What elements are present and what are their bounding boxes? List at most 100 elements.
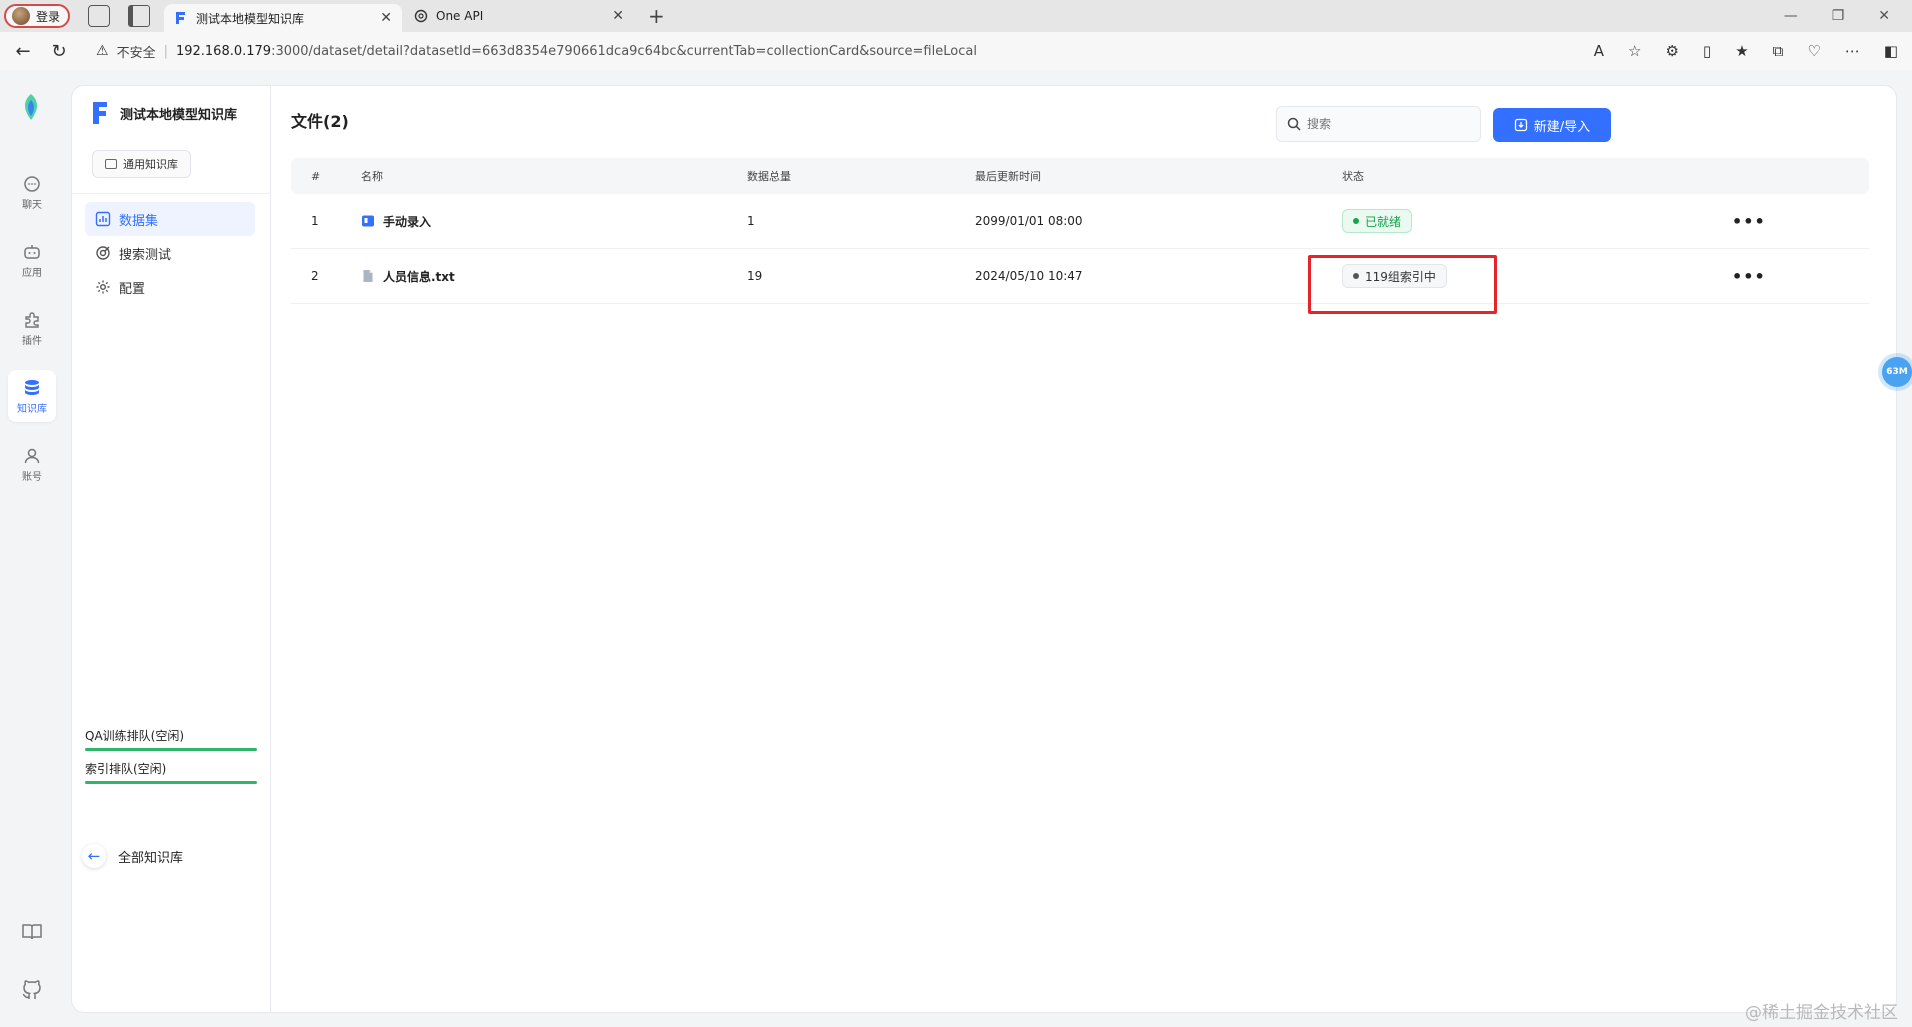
nav-label: 聊天 bbox=[22, 199, 42, 211]
nav-label: 知识库 bbox=[17, 403, 47, 415]
menu-search-test[interactable]: 搜索测试 bbox=[85, 236, 255, 270]
tab-title: 测试本地模型知识库 bbox=[196, 11, 305, 26]
row-name-cell: 人员信息.txt bbox=[361, 268, 747, 285]
window-controls: — ❐ ✕ bbox=[1784, 8, 1890, 24]
split-screen-icon[interactable]: ▯ bbox=[1703, 42, 1711, 60]
search-input[interactable] bbox=[1307, 117, 1467, 131]
files-main: 文件(2) 新建/导入 # 名称 数据总量 最后更新时间 状态 bbox=[271, 86, 1896, 1012]
refresh-icon[interactable]: ↻ bbox=[46, 41, 72, 62]
new-import-label: 新建/导入 bbox=[1533, 119, 1591, 135]
new-tab-icon[interactable]: + bbox=[648, 4, 665, 28]
status-badge: 已就绪 bbox=[1342, 209, 1413, 233]
annotation-highlight-box bbox=[1308, 255, 1497, 314]
profile-button[interactable]: 登录 bbox=[4, 4, 70, 28]
new-import-button[interactable]: 新建/导入 bbox=[1493, 108, 1611, 142]
row-name-cell: 手动录入 bbox=[361, 213, 747, 230]
row-index: 1 bbox=[311, 214, 319, 228]
table-header: # 名称 数据总量 最后更新时间 状态 bbox=[291, 158, 1869, 194]
url-path: :3000/dataset/detail?datasetId=663d8354e… bbox=[271, 43, 977, 59]
files-title: 文件(2) bbox=[291, 112, 349, 131]
table-row[interactable]: 1 手动录入 1 2099/01/01 08:00 已就绪 ••• bbox=[291, 194, 1869, 249]
memory-float-badge[interactable]: 63M bbox=[1882, 357, 1912, 387]
row-name: 手动录入 bbox=[383, 214, 432, 229]
collections-toolbar-icon[interactable]: ⧉ bbox=[1773, 42, 1784, 60]
kb-title: 测试本地模型知识库 bbox=[120, 107, 238, 123]
openai-favicon-icon bbox=[414, 9, 428, 23]
left-nav: 聊天 应用 插件 知识库 账号 bbox=[0, 70, 62, 1027]
browser-essentials-icon[interactable]: ♡ bbox=[1807, 42, 1820, 60]
target-icon bbox=[96, 246, 110, 260]
robot-icon bbox=[24, 244, 40, 259]
col-index: # bbox=[311, 169, 321, 183]
txt-file-icon bbox=[363, 270, 373, 282]
dataset-sidebar: 测试本地模型知识库 通用知识库 数据集 搜索测试 配置 QA训练排队(空闲) 索… bbox=[72, 86, 271, 1012]
index-queue-bar bbox=[85, 781, 257, 784]
kb-header: 测试本地模型知识库 bbox=[90, 100, 237, 126]
avatar bbox=[12, 7, 30, 25]
search-icon bbox=[1287, 117, 1301, 131]
table-row[interactable]: 2 人员信息.txt 19 2024/05/10 10:47 119组索引中 •… bbox=[291, 249, 1869, 304]
nav-plugins[interactable]: 插件 bbox=[8, 302, 56, 354]
menu-label: 数据集 bbox=[119, 213, 159, 229]
user-icon bbox=[24, 448, 40, 463]
row-index: 2 bbox=[311, 269, 319, 283]
favorites-icon[interactable]: ★ bbox=[1735, 42, 1748, 60]
index-queue-label: 索引排队(空闲) bbox=[85, 762, 167, 776]
bar-chart-icon bbox=[95, 211, 111, 227]
browser-tab-bar: 登录 测试本地模型知识库 ✕ One API ✕ + — ❐ ✕ bbox=[0, 0, 1912, 32]
docs-book-icon[interactable] bbox=[20, 920, 44, 944]
more-actions-icon[interactable]: ••• bbox=[1732, 267, 1869, 286]
close-window-icon[interactable]: ✕ bbox=[1878, 8, 1890, 24]
url-field[interactable]: ⚠ 不安全 | 192.168.0.179:3000/dataset/detai… bbox=[96, 42, 977, 61]
nav-knowledge-base[interactable]: 知识库 bbox=[8, 370, 56, 422]
chat-icon bbox=[24, 175, 40, 192]
menu-label: 搜索测试 bbox=[119, 247, 172, 263]
row-total: 1 bbox=[747, 214, 755, 228]
more-icon[interactable]: ⋯ bbox=[1845, 42, 1860, 60]
read-aloud-icon[interactable]: A bbox=[1594, 42, 1604, 60]
row-time: 2024/05/10 10:47 bbox=[975, 269, 1083, 283]
restore-icon[interactable]: ❐ bbox=[1832, 8, 1845, 24]
security-label: 不安全 bbox=[116, 45, 156, 61]
status-dot bbox=[1353, 218, 1359, 224]
nav-account[interactable]: 账号 bbox=[8, 438, 56, 490]
more-actions-icon[interactable]: ••• bbox=[1732, 212, 1869, 231]
tab-dataset[interactable]: 测试本地模型知识库 ✕ bbox=[164, 4, 402, 32]
menu-dataset[interactable]: 数据集 bbox=[85, 202, 255, 236]
warning-icon: ⚠ bbox=[96, 43, 109, 59]
col-updated: 最后更新时间 bbox=[975, 170, 1041, 183]
qa-queue-bar bbox=[85, 748, 257, 751]
search-box[interactable] bbox=[1276, 106, 1481, 142]
close-tab-icon[interactable]: ✕ bbox=[380, 10, 392, 26]
index-queue: 索引排队(空闲) bbox=[85, 760, 257, 784]
github-icon[interactable] bbox=[20, 978, 44, 1002]
app-logo-icon[interactable] bbox=[18, 92, 44, 122]
app-area: 聊天 应用 插件 知识库 账号 测试本地模型知识库 通用知识库 数据集 搜索测试… bbox=[0, 70, 1912, 1027]
vertical-tabs-icon[interactable] bbox=[128, 5, 150, 27]
back-to-all-kb[interactable]: ← 全部知识库 bbox=[82, 844, 183, 868]
profile-label: 登录 bbox=[36, 9, 61, 24]
menu-config[interactable]: 配置 bbox=[85, 270, 255, 304]
tab-one-api[interactable]: One API ✕ bbox=[404, 0, 634, 32]
content-panel: 测试本地模型知识库 通用知识库 数据集 搜索测试 配置 QA训练排队(空闲) 索… bbox=[72, 86, 1896, 1012]
back-icon[interactable]: ← bbox=[10, 41, 36, 62]
kb-type-tag: 通用知识库 bbox=[92, 150, 191, 178]
kb-logo-icon bbox=[93, 102, 107, 124]
sidebar-toggle-icon[interactable]: ◧ bbox=[1884, 42, 1898, 60]
files-table: # 名称 数据总量 最后更新时间 状态 1 手动录入 1 2099/01/01 … bbox=[291, 158, 1869, 304]
puzzle-icon bbox=[25, 311, 39, 328]
row-status-cell: 已就绪 bbox=[1342, 209, 1732, 233]
nav-chat[interactable]: 聊天 bbox=[8, 166, 56, 218]
close-tab-icon[interactable]: ✕ bbox=[612, 8, 624, 24]
kb-type-icon bbox=[105, 159, 117, 169]
collections-icon[interactable] bbox=[88, 5, 110, 27]
status-text: 已就绪 bbox=[1365, 214, 1402, 229]
sidebar-divider bbox=[72, 193, 271, 194]
extensions-icon[interactable]: ⚙ bbox=[1665, 42, 1678, 60]
minimize-icon[interactable]: — bbox=[1784, 8, 1798, 24]
col-name: 名称 bbox=[361, 170, 383, 183]
url-separator: | bbox=[163, 43, 168, 59]
favorite-star-icon[interactable]: ☆ bbox=[1628, 42, 1641, 60]
nav-apps[interactable]: 应用 bbox=[8, 234, 56, 286]
watermark: @稀土掘金技术社区 bbox=[1745, 1003, 1898, 1023]
